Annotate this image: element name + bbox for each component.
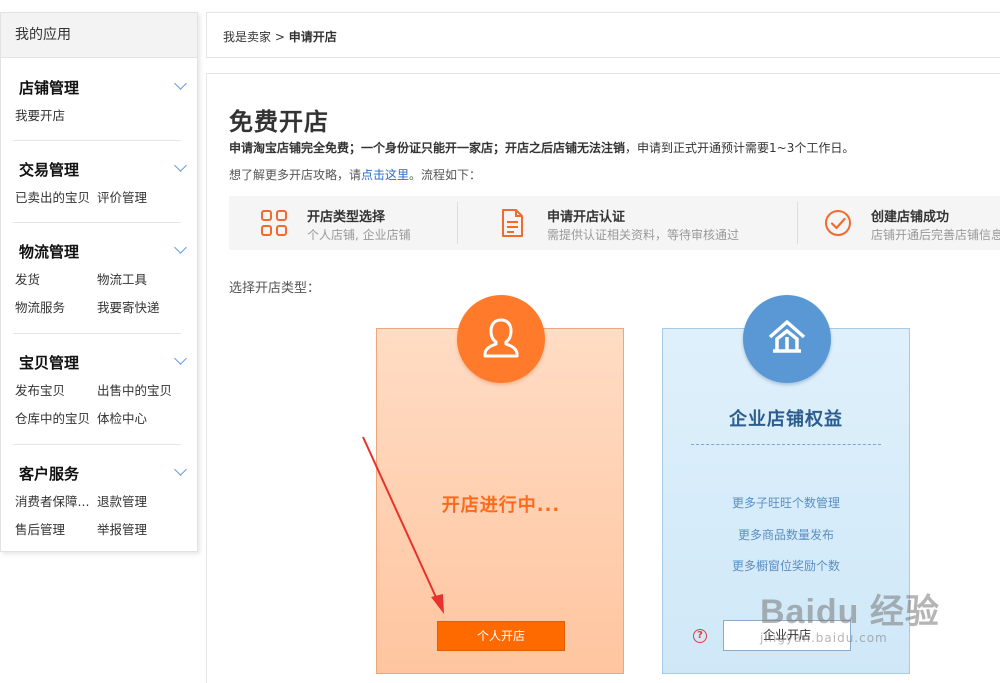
watermark-logo: Baidu 经验 [760,593,940,631]
watermark-url: jingyan.baidu.com [760,631,888,645]
annotation-arrow [362,436,444,614]
watermark: Baidu 经验 jingyan.baidu.com [760,584,940,645]
